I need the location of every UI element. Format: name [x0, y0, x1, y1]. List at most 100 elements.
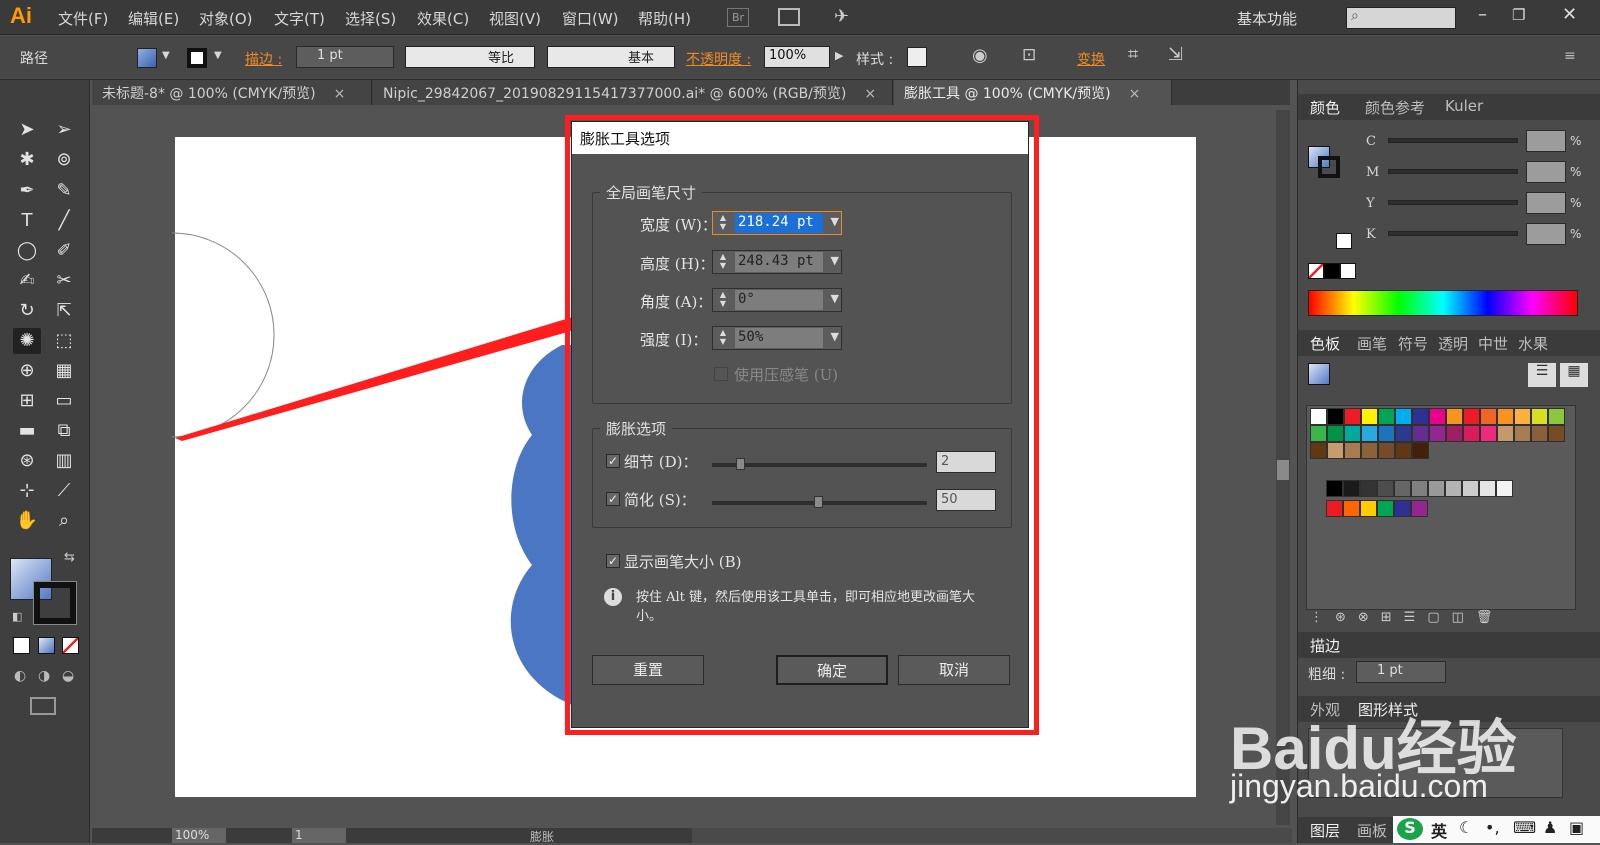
color-swatch[interactable] — [1429, 408, 1446, 425]
artboard-number-field[interactable]: 1 — [292, 828, 346, 843]
paintbrush-tool-icon[interactable]: ✐ — [50, 238, 78, 264]
blob-brush-tool-icon[interactable]: ✍ — [13, 268, 41, 294]
color-swatch[interactable] — [1360, 500, 1377, 517]
menu-select[interactable]: 选择(S) — [345, 8, 396, 29]
color-swatch[interactable] — [1327, 425, 1344, 442]
draw-normal-icon[interactable]: ◐ — [14, 668, 26, 684]
bridge-button[interactable]: Br — [727, 8, 749, 27]
scissors-tool-icon[interactable]: ✂ — [50, 268, 78, 294]
panel-menu-icon[interactable]: ≡ — [1564, 48, 1576, 64]
stroke-label[interactable]: 描边 : — [245, 49, 282, 69]
color-swatch[interactable] — [1327, 408, 1344, 425]
blend-tool-icon[interactable]: ⧉ — [50, 418, 78, 444]
color-swatch[interactable] — [1377, 480, 1394, 497]
m-value-field[interactable] — [1526, 161, 1566, 183]
align-icon[interactable]: ⊡ — [1022, 45, 1036, 65]
opacity-arrow-icon[interactable]: ▶ — [835, 49, 843, 62]
color-swatch[interactable] — [1344, 408, 1361, 425]
tab-symbols[interactable]: 符号 — [1398, 333, 1428, 354]
color-swatch[interactable] — [1497, 425, 1514, 442]
color-swatch[interactable] — [1343, 500, 1360, 517]
y-slider[interactable] — [1388, 200, 1518, 205]
swatch-fill-indicator[interactable] — [1308, 363, 1330, 385]
color-mode-icon[interactable] — [13, 637, 30, 654]
menu-window[interactable]: 窗口(W) — [562, 8, 619, 29]
curvature-tool-icon[interactable]: ✎ — [50, 178, 78, 204]
color-swatch[interactable] — [1344, 425, 1361, 442]
tab-nipic[interactable]: Nipic_29842067_20190829115417377000.ai* … — [373, 80, 893, 105]
tab-bloat-tool[interactable]: 膨胀工具 @ 100% (CMYK/预览) × — [894, 80, 1172, 105]
fill-swatch[interactable] — [137, 48, 157, 68]
tab-brushes[interactable]: 画笔 — [1357, 333, 1387, 354]
color-swatch[interactable] — [1378, 425, 1395, 442]
restore-icon[interactable]: ❐ — [1512, 6, 1525, 24]
color-swatch[interactable] — [1531, 408, 1548, 425]
color-swatch[interactable] — [1548, 425, 1565, 442]
slice-tool-icon[interactable]: ⟋ — [50, 478, 78, 504]
tab-close-icon[interactable]: × — [1129, 86, 1141, 102]
menu-edit[interactable]: 编辑(E) — [128, 8, 179, 29]
tab-transparency[interactable]: 透明 — [1438, 333, 1468, 354]
default-fill-stroke-icon[interactable]: ◧ — [12, 610, 22, 623]
color-swatch[interactable] — [1429, 425, 1446, 442]
isolate-icon[interactable]: ⌗ — [1128, 44, 1138, 65]
color-swatch[interactable] — [1531, 425, 1548, 442]
panel-stroke-swatch[interactable] — [1318, 156, 1340, 178]
color-swatch[interactable] — [1412, 408, 1429, 425]
scroll-thumb[interactable] — [1277, 460, 1289, 480]
stroke-color-box[interactable] — [33, 581, 77, 625]
minimize-icon[interactable]: – — [1478, 4, 1487, 25]
color-swatch[interactable] — [1343, 480, 1360, 497]
keyboard-icon[interactable]: ⌨ — [1513, 818, 1536, 837]
color-swatch[interactable] — [1412, 442, 1429, 459]
draw-inside-icon[interactable]: ◒ — [62, 668, 74, 684]
hand-tool-icon[interactable]: ✋ — [13, 508, 41, 534]
mesh-tool-icon[interactable]: ⊞ — [13, 388, 41, 414]
list-view-icon[interactable]: ☰ — [1528, 363, 1556, 387]
c-slider[interactable] — [1388, 138, 1518, 143]
color-swatch[interactable] — [1411, 500, 1428, 517]
color-swatch[interactable] — [1428, 480, 1445, 497]
tab-medieval[interactable]: 中世 — [1478, 333, 1508, 354]
color-swatch[interactable] — [1479, 480, 1496, 497]
color-swatch[interactable] — [1326, 480, 1343, 497]
color-swatch[interactable] — [1310, 408, 1327, 425]
color-swatch[interactable] — [1310, 425, 1327, 442]
punctuation-icon[interactable]: •, — [1485, 818, 1500, 837]
k-value-field[interactable] — [1526, 223, 1566, 245]
type-tool-icon[interactable]: T — [13, 208, 41, 234]
color-swatch[interactable] — [1361, 425, 1378, 442]
zoom-tool-icon[interactable]: ⌕ — [50, 508, 78, 534]
last-color-swatch[interactable] — [1336, 233, 1352, 249]
tab-kuler[interactable]: Kuler — [1445, 97, 1483, 115]
y-value-field[interactable] — [1526, 192, 1566, 214]
gradient-mode-icon[interactable] — [38, 637, 55, 654]
gpu-performance-icon[interactable]: ✈ — [834, 6, 849, 27]
c-value-field[interactable] — [1526, 130, 1566, 152]
horizontal-scrollbar[interactable] — [692, 828, 1292, 843]
column-graph-tool-icon[interactable]: ▥ — [50, 448, 78, 474]
none-mode-icon[interactable] — [62, 637, 79, 654]
fill-dropdown-icon[interactable]: ▼ — [162, 50, 170, 61]
color-swatch[interactable] — [1394, 500, 1411, 517]
color-swatch[interactable] — [1463, 425, 1480, 442]
rotate-tool-icon[interactable]: ↻ — [13, 298, 41, 324]
stroke-panel-title[interactable]: 描边 — [1310, 635, 1340, 656]
color-swatch[interactable] — [1480, 425, 1497, 442]
color-swatch[interactable] — [1377, 500, 1394, 517]
menu-help[interactable]: 帮助(H) — [638, 8, 691, 29]
color-swatch[interactable] — [1445, 480, 1462, 497]
symbol-sprayer-tool-icon[interactable]: ⊛ — [13, 448, 41, 474]
color-swatch[interactable] — [1395, 425, 1412, 442]
color-swatch[interactable] — [1378, 408, 1395, 425]
recolor-artwork-icon[interactable]: ◉ — [972, 45, 988, 66]
workspace-switcher[interactable]: 基本功能 — [1237, 8, 1297, 29]
color-spectrum[interactable] — [1308, 290, 1578, 316]
color-swatch[interactable] — [1548, 408, 1565, 425]
stroke-dropdown-icon[interactable]: ▼ — [214, 50, 222, 61]
scale-tool-icon[interactable]: ⇱ — [50, 298, 78, 324]
color-swatch[interactable] — [1361, 408, 1378, 425]
sogou-icon[interactable]: S — [1397, 818, 1423, 840]
shape-builder-tool-icon[interactable]: ⊕ — [13, 358, 41, 384]
variable-width-profile[interactable]: 等比 — [405, 46, 535, 68]
